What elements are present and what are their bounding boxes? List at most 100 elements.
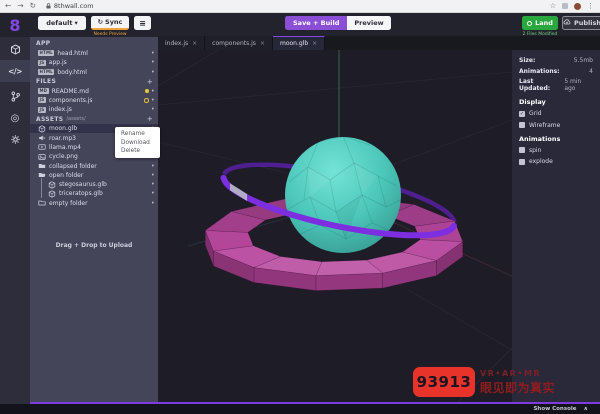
close-icon[interactable]: ×: [260, 40, 265, 47]
file-type-badge: HTML: [38, 50, 55, 57]
cube-icon: [48, 180, 56, 189]
row-menu-caret[interactable]: ▾: [152, 89, 154, 94]
file-tree: APP HTML head.html ▾ JS app.js ▾ HTML body.html ▾…: [30, 39, 158, 208]
file-row-open-folder[interactable]: open folder ▾: [30, 171, 158, 180]
add-file-button[interactable]: +: [147, 78, 153, 86]
extension-icon[interactable]: [562, 3, 568, 9]
workspace-dropdown[interactable]: default ▾: [38, 16, 86, 30]
file-row-readme-md[interactable]: MD README.md ▾: [30, 86, 158, 95]
file-row-triceratops-glb[interactable]: triceratops.glb ▾: [30, 187, 158, 199]
sync-button[interactable]: ↻ Sync: [91, 16, 129, 30]
file-row-components-js[interactable]: JS components.js ▾: [30, 96, 158, 105]
file-name: stegosaurus.glb: [59, 181, 107, 189]
watermark: 93913 VR•AR•MR 眼见即为真实: [413, 367, 555, 397]
asset-context-menu: Rename Download Delete: [115, 127, 160, 159]
preview-button[interactable]: Preview: [347, 16, 391, 30]
project-cube-icon[interactable]: [0, 39, 30, 59]
browser-menu-icon[interactable]: ⋮: [587, 2, 594, 10]
land-button[interactable]: Land: [522, 16, 558, 30]
hamburger-menu-button[interactable]: ≡: [134, 16, 151, 30]
row-menu-caret[interactable]: ▾: [152, 191, 154, 196]
row-menu-caret[interactable]: ▾: [152, 173, 154, 178]
code-editor-tab-icon[interactable]: </>: [0, 60, 30, 82]
context-menu-item-download[interactable]: Download: [115, 138, 160, 147]
cloud-upload-icon: [563, 19, 571, 27]
build-controls: Save + Build Preview: [285, 16, 391, 30]
folder-open-icon: [38, 171, 46, 179]
option-grid[interactable]: ✓ Grid: [519, 110, 593, 117]
hamburger-icon: ≡: [139, 18, 146, 28]
animation-options: spin explode: [519, 147, 593, 165]
row-menu-caret[interactable]: ▾: [152, 201, 154, 206]
checkbox-spin[interactable]: [519, 147, 525, 153]
option-wireframe[interactable]: Wireframe: [519, 122, 593, 129]
file-row-empty-folder[interactable]: empty folder ▾: [30, 199, 158, 208]
close-icon[interactable]: ×: [312, 40, 317, 47]
file-type-badge: JS: [38, 59, 46, 66]
cube-icon: [48, 190, 56, 198]
screen: ← → ↻ 8thwall.com ☆ ⋮ 8 default ▾ ↻ Sync: [0, 0, 600, 414]
section-subtitle: /assets/: [66, 116, 86, 123]
row-menu-caret[interactable]: ▾: [152, 98, 154, 103]
bookmark-star-icon[interactable]: ☆: [550, 2, 556, 10]
checkbox-grid[interactable]: ✓: [519, 110, 525, 117]
browser-avatar[interactable]: [574, 2, 581, 10]
caret-up-icon: ∧: [583, 406, 588, 412]
file-panel: APP HTML head.html ▾ JS app.js ▾ HTML body.html ▾…: [30, 37, 158, 404]
cube-icon: [38, 125, 46, 133]
settings-gear-icon[interactable]: [0, 129, 30, 149]
section-title: APP: [36, 40, 51, 48]
sync-label: Sync: [105, 18, 123, 26]
file-row-collapsed-folder[interactable]: collapsed folder ▾: [30, 161, 158, 170]
show-console-toggle[interactable]: Show Console ∧: [533, 406, 588, 412]
tab-index-js[interactable]: index.js ×: [158, 36, 206, 50]
target-icon[interactable]: ◎: [0, 108, 30, 128]
show-console-label: Show Console: [533, 406, 577, 412]
animations-header: Animations: [519, 134, 561, 143]
file-name: components.js: [48, 96, 93, 104]
file-row-app-js[interactable]: JS app.js ▾: [30, 58, 158, 67]
url-bar[interactable]: 8thwall.com: [54, 0, 94, 12]
browser-back-icon[interactable]: ←: [5, 0, 11, 12]
target-glyph: ◎: [10, 112, 20, 124]
file-row-body-html[interactable]: HTML body.html ▾: [30, 67, 158, 76]
add-file-button[interactable]: +: [147, 115, 153, 123]
file-row-stegosaurus-glb[interactable]: stegosaurus.glb ▾: [30, 177, 158, 189]
file-name: open folder: [49, 171, 84, 179]
file-row-index-js[interactable]: JS index.js ▾: [30, 105, 158, 114]
stat-label: Size:: [519, 57, 536, 64]
option-spin[interactable]: spin: [519, 147, 593, 154]
option-explode[interactable]: explode: [519, 158, 593, 165]
browser-refresh-icon[interactable]: ↻: [30, 0, 36, 12]
row-menu-caret[interactable]: ▾: [152, 107, 154, 112]
row-menu-caret[interactable]: ▾: [152, 60, 154, 65]
git-branch-icon[interactable]: [0, 86, 30, 106]
stat-value: 5 min ago: [564, 78, 582, 92]
option-label: explode: [529, 158, 553, 165]
file-name: app.js: [48, 59, 67, 67]
row-menu-caret[interactable]: ▾: [152, 51, 154, 56]
checkbox-wireframe[interactable]: [519, 122, 525, 128]
model-viewport[interactable]: [158, 50, 512, 402]
close-icon[interactable]: ×: [192, 40, 197, 47]
save-build-button[interactable]: Save + Build: [285, 16, 348, 30]
row-menu-caret[interactable]: ▾: [152, 164, 154, 169]
checkbox-explode[interactable]: [519, 158, 525, 165]
tab-components-js[interactable]: components.js ×: [205, 36, 273, 50]
tab-label: components.js: [212, 40, 256, 47]
editor-tabbar: index.js × components.js × moon.glb ×: [158, 36, 600, 50]
context-menu-item-rename[interactable]: Rename: [115, 130, 160, 139]
browser-forward-icon[interactable]: →: [17, 0, 23, 12]
publish-button[interactable]: Publish: [562, 16, 600, 30]
context-menu-item-delete[interactable]: Delete: [115, 147, 160, 156]
tab-moon-glb[interactable]: moon.glb ×: [272, 36, 326, 50]
video-icon: [38, 143, 46, 151]
stat-value: 5.5mb: [573, 57, 593, 64]
row-menu-caret[interactable]: ▾: [152, 70, 154, 75]
section-title: ASSETS: [36, 115, 64, 123]
file-row-head-html[interactable]: HTML head.html ▾: [30, 49, 158, 58]
lock-icon: [46, 3, 51, 9]
eighthwall-logo[interactable]: 8: [0, 13, 30, 37]
row-menu-caret[interactable]: ▾: [152, 182, 154, 187]
file-name: triceratops.glb: [59, 190, 103, 198]
